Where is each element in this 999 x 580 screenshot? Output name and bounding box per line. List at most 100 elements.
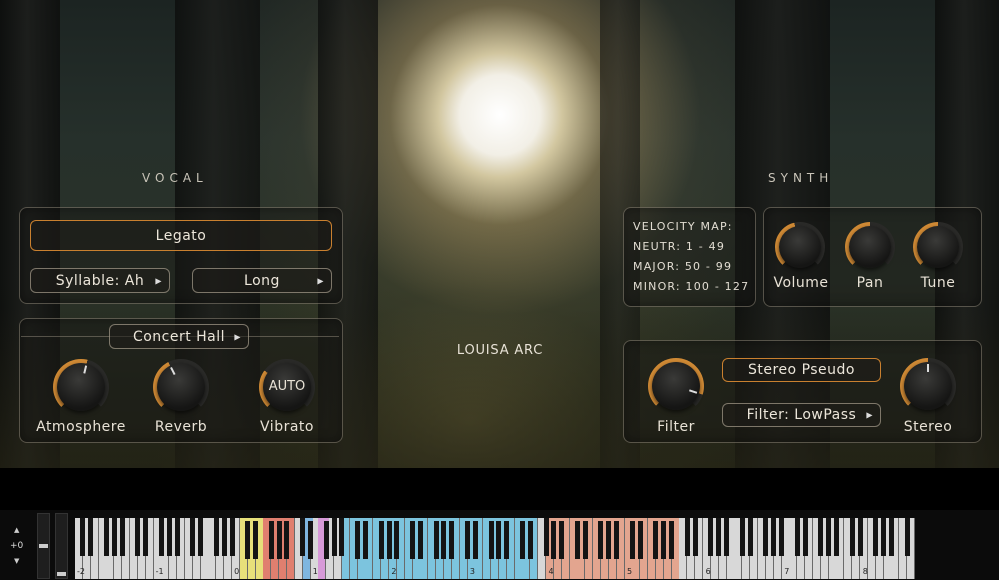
black-key[interactable] — [331, 518, 337, 556]
black-key[interactable] — [598, 518, 604, 559]
black-key[interactable] — [166, 518, 172, 556]
black-key[interactable] — [410, 518, 416, 559]
black-key[interactable] — [527, 518, 533, 559]
black-key[interactable] — [496, 518, 502, 559]
black-key[interactable] — [857, 518, 863, 556]
black-key[interactable] — [103, 518, 109, 556]
black-key[interactable] — [386, 518, 392, 559]
black-key[interactable] — [794, 518, 800, 556]
black-key[interactable] — [449, 518, 455, 559]
black-key[interactable] — [779, 518, 784, 556]
black-key[interactable] — [888, 518, 894, 556]
stereo-mode-button[interactable]: Stereo Pseudo — [722, 358, 881, 382]
octave-label: 3 — [469, 567, 475, 576]
black-key[interactable] — [763, 518, 769, 556]
dropdown-arrow-icon: ▶ — [317, 276, 324, 285]
black-key[interactable] — [308, 518, 313, 559]
black-key[interactable] — [433, 518, 439, 559]
black-key[interactable] — [213, 518, 219, 556]
length-dropdown[interactable]: Long ▶ — [192, 268, 332, 293]
black-key[interactable] — [119, 518, 125, 556]
black-key[interactable] — [417, 518, 423, 559]
black-key[interactable] — [88, 518, 94, 556]
reverb-label: Reverb — [154, 419, 208, 435]
black-key[interactable] — [174, 518, 180, 556]
black-key[interactable] — [826, 518, 832, 556]
black-key[interactable] — [284, 518, 290, 559]
black-key[interactable] — [637, 518, 643, 559]
black-key[interactable] — [692, 518, 698, 556]
black-key[interactable] — [300, 518, 306, 556]
room-dropdown[interactable]: Concert Hall ▶ — [109, 324, 249, 349]
black-key[interactable] — [190, 518, 196, 556]
black-key[interactable] — [441, 518, 447, 559]
black-key[interactable] — [465, 518, 470, 559]
atmosphere-knob[interactable] — [53, 359, 109, 415]
black-key[interactable] — [802, 518, 808, 556]
black-key[interactable] — [504, 518, 510, 559]
black-key[interactable] — [339, 518, 345, 556]
black-key[interactable] — [111, 518, 117, 556]
black-key[interactable] — [472, 518, 478, 559]
black-key[interactable] — [669, 518, 675, 559]
black-key[interactable] — [143, 518, 149, 556]
black-key[interactable] — [708, 518, 714, 556]
articulation-label: Legato — [155, 227, 207, 244]
black-key[interactable] — [661, 518, 667, 559]
black-key[interactable] — [519, 518, 525, 559]
octave-label: 5 — [627, 567, 633, 576]
black-key[interactable] — [543, 518, 549, 556]
piano-keyboard[interactable]: -2 -1 0 1 2 3 4 5 6 7 8 — [0, 510, 999, 580]
volume-knob[interactable] — [775, 222, 825, 272]
black-key[interactable] — [158, 518, 164, 556]
black-key[interactable] — [739, 518, 745, 556]
octave-label: -1 — [155, 567, 164, 576]
black-key[interactable] — [873, 518, 879, 556]
black-key[interactable] — [488, 518, 494, 559]
black-key[interactable] — [323, 518, 329, 559]
length-label: Long — [244, 272, 280, 289]
black-key[interactable] — [574, 518, 580, 559]
black-key[interactable] — [629, 518, 635, 559]
black-key[interactable] — [80, 518, 86, 556]
black-key[interactable] — [747, 518, 753, 556]
black-key[interactable] — [253, 518, 259, 559]
black-key[interactable] — [198, 518, 204, 556]
black-key[interactable] — [606, 518, 612, 559]
black-key[interactable] — [559, 518, 565, 559]
black-key[interactable] — [684, 518, 690, 556]
black-key[interactable] — [849, 518, 855, 556]
black-key[interactable] — [276, 518, 282, 559]
black-key[interactable] — [135, 518, 141, 556]
vibrato-knob[interactable]: AUTO — [259, 359, 315, 415]
pan-knob[interactable] — [845, 222, 895, 272]
black-key[interactable] — [582, 518, 588, 559]
stereo-knob[interactable] — [900, 358, 956, 414]
filter-type-label: Filter: LowPass — [746, 407, 857, 423]
black-key[interactable] — [716, 518, 722, 556]
black-key[interactable] — [245, 518, 251, 559]
black-key[interactable] — [904, 518, 910, 556]
filter-knob[interactable] — [648, 358, 704, 414]
tune-knob[interactable] — [913, 222, 963, 272]
octave-label: 2 — [391, 567, 397, 576]
filter-type-dropdown[interactable]: Filter: LowPass ▶ — [722, 403, 881, 427]
black-key[interactable] — [394, 518, 400, 559]
black-key[interactable] — [818, 518, 824, 556]
articulation-selector[interactable]: Legato — [30, 220, 332, 251]
reverb-knob[interactable] — [153, 359, 209, 415]
black-key[interactable] — [881, 518, 887, 556]
black-key[interactable] — [362, 518, 368, 559]
black-key[interactable] — [614, 518, 620, 559]
black-key[interactable] — [724, 518, 730, 556]
black-key[interactable] — [268, 518, 274, 559]
black-key[interactable] — [653, 518, 659, 559]
black-key[interactable] — [771, 518, 777, 556]
black-key[interactable] — [355, 518, 361, 559]
black-key[interactable] — [551, 518, 557, 559]
black-key[interactable] — [378, 518, 384, 559]
black-key[interactable] — [833, 518, 839, 556]
black-key[interactable] — [221, 518, 227, 556]
syllable-dropdown[interactable]: Syllable: Ah ▶ — [30, 268, 170, 293]
black-key[interactable] — [229, 518, 235, 556]
